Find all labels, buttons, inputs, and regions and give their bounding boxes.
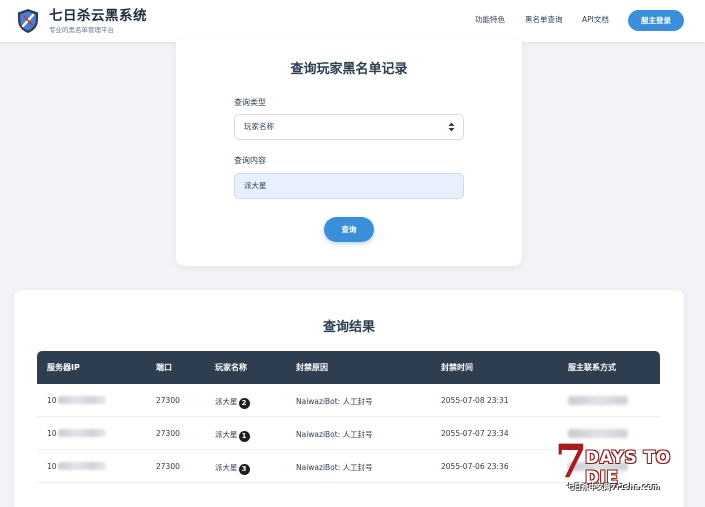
ban-reason-cell: NaiwaziBot: 人工封号 [296,397,373,406]
watermark-seven: 7 [555,434,588,488]
owner-login-button[interactable]: 服主登录 [628,10,684,31]
game-watermark-logo: 7 DAYS TO DIE 七日杀中文网7r1sha.com [555,436,705,496]
col-header-owner-contact: 服主联系方式 [568,363,616,372]
col-header-server-ip: 服务器IP [47,363,80,372]
shield-logo-icon [18,9,38,33]
server-ip-cell: 10 [47,462,106,471]
query-form-card: 查询玩家黑名单记录 查询类型 玩家名称 查询内容 派大星 查询 [176,40,522,266]
top-navbar: 七日杀云黑系统 专业的黑名单管理平台 功能特色 黑名单查询 API文档 服主登录 [0,0,705,42]
query-submit-button[interactable]: 查询 [324,217,374,242]
col-header-ban-reason: 封禁原因 [296,363,328,372]
col-header-player-name: 玩家名称 [215,363,247,372]
ban-time-cell: 2055-07-06 23:36 [441,462,509,471]
results-title: 查询结果 [322,320,375,335]
ban-reason-cell: NaiwaziBot: 人工封号 [296,463,373,472]
brand-logo[interactable]: 七日杀云黑系统 专业的黑名单管理平台 [16,8,147,34]
nav-api-docs-link[interactable]: API文档 [582,14,609,25]
query-type-value: 玩家名称 [244,122,274,131]
owner-contact-cell [568,396,628,406]
query-content-value: 派大星 [244,181,267,190]
nav-blacklist-query-link[interactable]: 黑名单查询 [525,14,563,25]
player-name: 派大星 [215,463,238,472]
player-name-cell: 派大星 3 [215,462,250,475]
player-name-cell: 派大星 1 [215,429,250,442]
port-cell: 27300 [156,429,180,438]
query-form-title: 查询玩家黑名单记录 [290,62,408,77]
ban-reason-cell: NaiwaziBot: 人工封号 [296,430,373,439]
ban-time-cell: 2055-07-07 23:34 [441,429,509,438]
redacted-contact [568,396,628,405]
player-number-badge: 2 [238,398,250,409]
player-number-badge: 1 [238,431,250,442]
server-ip-prefix: 10 [47,462,57,471]
query-content-input[interactable]: 派大星 [234,173,464,199]
server-ip-prefix: 10 [47,396,57,405]
col-header-ban-time: 封禁时间 [441,363,473,372]
table-row: 10 27300 派大星 2 NaiwaziBot: 人工封号 2055-07-0… [37,384,660,417]
redacted-ip [57,396,106,404]
server-ip-prefix: 10 [47,429,57,438]
nav-features-link[interactable]: 功能特色 [475,14,505,25]
server-ip-cell: 10 [47,429,106,438]
port-cell: 27300 [156,462,180,471]
player-name-cell: 派大星 2 [215,396,250,409]
brand-subtitle: 专业的黑名单管理平台 [49,26,114,34]
player-number-badge: 3 [238,464,250,475]
ban-time-cell: 2055-07-08 23:31 [441,396,509,405]
query-content-label: 查询内容 [234,156,266,165]
redacted-ip [57,429,106,437]
query-type-label: 查询类型 [234,98,266,107]
results-table-header: 服务器IP 端口 玩家名称 封禁原因 封禁时间 服主联系方式 [37,351,660,384]
player-name: 派大星 [215,397,238,406]
brand-title: 七日杀云黑系统 [49,8,147,24]
player-name: 派大星 [215,430,238,439]
col-header-port: 端口 [156,363,172,372]
watermark-site: 七日杀中文网7r1sha.com [567,483,660,491]
select-updown-icon [448,122,455,132]
port-cell: 27300 [156,396,180,405]
server-ip-cell: 10 [47,396,106,405]
redacted-ip [57,462,106,470]
query-type-select[interactable]: 玩家名称 [234,114,464,140]
